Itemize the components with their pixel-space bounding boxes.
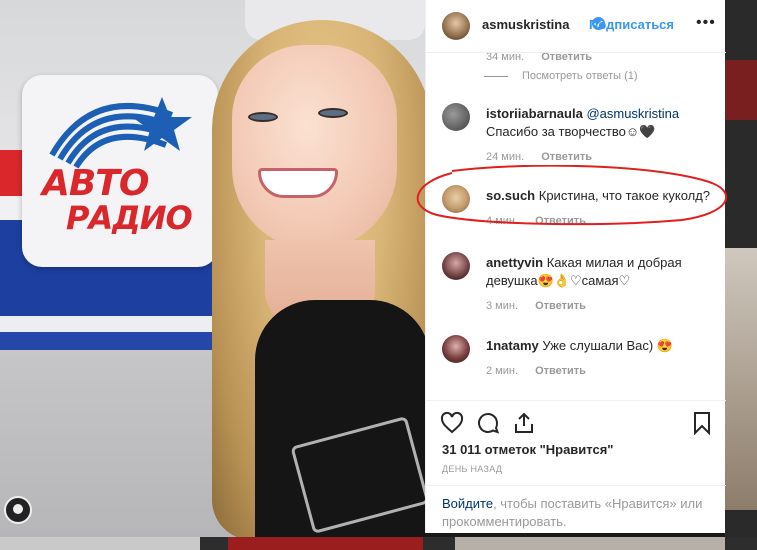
comment-text: Уже слушали Вас) 😍 <box>542 338 673 353</box>
comment-body: 1natamy Уже слушали Вас) 😍 <box>486 337 722 355</box>
post-photo[interactable]: АВТО РАДИО <box>0 0 425 550</box>
share-icon[interactable] <box>512 411 536 435</box>
person-eye-left <box>248 112 278 122</box>
comment-body: istoriiabarnaula @asmuskristina Спасибо … <box>486 105 722 141</box>
comment-meta: 24 мин. Ответить <box>486 151 592 163</box>
background-thumb-1 <box>725 60 757 120</box>
more-options-icon[interactable]: ••• <box>696 14 716 32</box>
comment-body: so.such Кристина, что такое куколд? <box>486 187 722 205</box>
comment-time: 34 мин. <box>486 53 525 63</box>
comment-mention[interactable]: @asmuskristina <box>586 106 679 121</box>
comment-username[interactable]: istoriiabarnaula <box>486 106 583 121</box>
background-thumb-3 <box>0 537 200 550</box>
like-heart-icon[interactable] <box>440 411 464 435</box>
comment-username[interactable]: so.such <box>486 188 535 203</box>
comment-bubble-icon[interactable] <box>476 411 500 435</box>
comment-username[interactable]: 1natamy <box>486 338 539 353</box>
person-face <box>232 45 397 250</box>
reply-button[interactable]: Ответить <box>535 215 586 227</box>
reply-button[interactable]: Ответить <box>541 151 592 163</box>
post-date: ДЕНЬ НАЗАД <box>442 464 503 474</box>
background-bottom-strip <box>0 537 757 550</box>
post-side-panel: asmuskristina Подписаться ••• 34 мин. От… <box>425 0 726 533</box>
view-replies-link[interactable]: Посмотреть ответы (1) <box>522 70 638 82</box>
comment-avatar[interactable] <box>442 185 470 213</box>
likes-count[interactable]: 31 011 отметок "Нравится" <box>442 442 613 457</box>
reply-button[interactable]: Ответить <box>535 365 586 377</box>
comment-avatar[interactable] <box>442 252 470 280</box>
save-bookmark-icon[interactable] <box>690 411 714 435</box>
background-feed-strip <box>725 0 757 550</box>
replies-line <box>484 76 508 77</box>
follow-button[interactable]: Подписаться <box>589 17 674 32</box>
comment-avatar[interactable] <box>442 335 470 363</box>
instagram-post-screenshot: АВТО РАДИО asmuskristina Подписаться ••• <box>0 0 757 550</box>
post-header: asmuskristina Подписаться ••• <box>426 0 726 53</box>
person-smile <box>258 168 338 198</box>
comment-username[interactable]: anettyvin <box>486 255 543 270</box>
reply-button[interactable]: Ответить <box>535 300 586 312</box>
comment-meta-previous: 34 мин. Ответить <box>486 53 592 63</box>
comment-meta: 2 мин. Ответить <box>486 365 586 377</box>
logo-text-line2: РАДИО <box>66 199 193 237</box>
comment-meta: 4 мин. Ответить <box>486 215 586 227</box>
comment-avatar[interactable] <box>442 103 470 131</box>
author-username[interactable]: asmuskristina <box>482 17 569 32</box>
comment-time: 3 мин. <box>486 300 519 312</box>
comments-list[interactable]: 34 мин. Ответить Посмотреть ответы (1) i… <box>426 53 726 400</box>
login-text-block: Войдите, чтобы поставить «Нравится» или … <box>442 495 712 531</box>
background-thumb-4 <box>228 537 423 550</box>
comment-time: 4 мин. <box>486 215 519 227</box>
logo-text-line1: АВТО <box>42 163 149 204</box>
author-avatar[interactable] <box>442 12 470 40</box>
comment-time: 24 мин. <box>486 151 525 163</box>
tagged-user-icon[interactable] <box>4 496 32 524</box>
comment-meta: 3 мин. Ответить <box>486 300 586 312</box>
login-prompt: Войдите, чтобы поставить «Нравится» или … <box>426 485 726 534</box>
comment-text: Спасибо за творчество☺🖤 <box>486 124 656 139</box>
background-thumb-2 <box>725 248 757 510</box>
comment-time: 2 мин. <box>486 365 519 377</box>
post-actions: 31 011 отметок "Нравится" ДЕНЬ НАЗАД Вой… <box>426 400 726 533</box>
background-thumb-5 <box>455 537 725 550</box>
avtoradio-logo: АВТО РАДИО <box>22 75 218 267</box>
comment-body: anettyvin Какая милая и добрая девушка😍👌… <box>486 254 722 290</box>
reply-button[interactable]: Ответить <box>541 53 592 63</box>
person-eye-right <box>318 108 348 118</box>
comment-text: Кристина, что такое куколд? <box>538 188 711 203</box>
login-link[interactable]: Войдите <box>442 496 493 511</box>
